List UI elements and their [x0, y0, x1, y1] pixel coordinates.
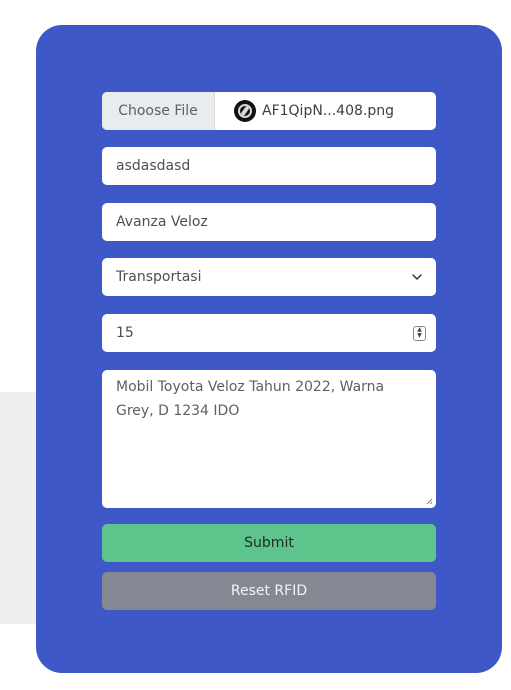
category-select-value: Transportasi: [116, 269, 202, 285]
model-input[interactable]: Avanza Veloz: [102, 203, 436, 241]
submit-button[interactable]: Submit: [102, 524, 436, 562]
quantity-input[interactable]: 15 ▲ ▼: [102, 314, 436, 352]
file-input[interactable]: Choose File AF1QipN...408.png: [102, 92, 436, 130]
quantity-input-value: 15: [116, 325, 134, 341]
choose-file-button[interactable]: Choose File: [102, 92, 215, 130]
chevron-down-icon: [412, 274, 422, 280]
description-value: Mobil Toyota Veloz Tahun 2022, Warna Gre…: [116, 379, 385, 419]
category-select[interactable]: Transportasi: [102, 258, 436, 296]
reset-rfid-button[interactable]: Reset RFID: [102, 572, 436, 610]
file-thumbnail-icon: [234, 100, 256, 122]
model-input-value: Avanza Veloz: [116, 214, 208, 230]
file-name: AF1QipN...408.png: [262, 103, 394, 119]
spinner-icon[interactable]: ▲ ▼: [413, 325, 426, 341]
resize-handle-icon[interactable]: [426, 498, 433, 505]
name-input[interactable]: asdasdasd: [102, 147, 436, 185]
description-textarea[interactable]: Mobil Toyota Veloz Tahun 2022, Warna Gre…: [102, 370, 436, 508]
name-input-value: asdasdasd: [116, 158, 191, 174]
